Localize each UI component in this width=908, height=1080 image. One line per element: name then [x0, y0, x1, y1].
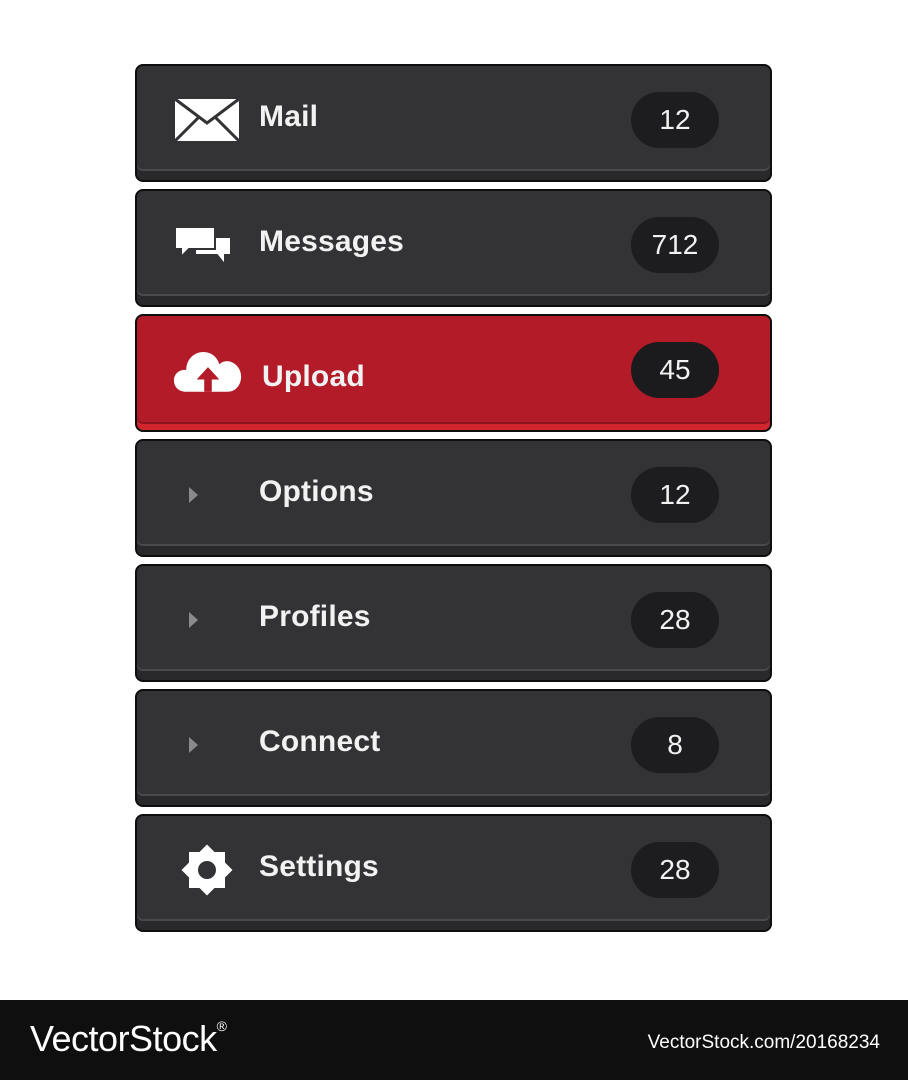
caret-right-icon — [173, 717, 243, 773]
menu-item-label: Upload — [262, 360, 365, 393]
count-badge: 12 — [631, 467, 719, 523]
menu-item-label: Options — [259, 475, 374, 508]
caret-right-icon — [173, 592, 243, 648]
cloud-upload-icon — [173, 342, 243, 398]
menu-item-connect[interactable]: Connect 8 — [135, 689, 772, 807]
chat-bubbles-icon — [173, 217, 243, 273]
menu-item-settings[interactable]: Settings 28 — [135, 814, 772, 932]
count-badge: 8 — [631, 717, 719, 773]
watermark-url: VectorStock.com/20168234 — [647, 1032, 880, 1053]
menu-item-label: Messages — [259, 225, 405, 258]
menu-item-label: Settings — [259, 850, 379, 883]
caret-right-icon — [173, 467, 243, 523]
menu-item-options[interactable]: Options 12 — [135, 439, 772, 557]
menu-item-mail[interactable]: Mail 12 — [135, 64, 772, 182]
count-badge: 28 — [631, 592, 719, 648]
gear-icon — [173, 842, 243, 898]
menu-item-profiles[interactable]: Profiles 28 — [135, 564, 772, 682]
watermark-logo-text: VectorStock — [30, 1018, 217, 1059]
watermark-logo: VectorStock® — [30, 1018, 227, 1060]
watermark-bar: VectorStock® VectorStock.com/20168234 — [0, 1000, 908, 1080]
menu-item-label: Profiles — [259, 600, 371, 633]
count-badge: 28 — [631, 842, 719, 898]
count-badge: 712 — [631, 217, 719, 273]
count-badge: 45 — [631, 342, 719, 398]
menu-item-upload[interactable]: Upload 45 — [135, 314, 772, 432]
menu-item-label: Mail — [259, 100, 319, 133]
mail-icon — [173, 92, 243, 148]
side-menu: Mail 12 Messages 712 Upload 45 Options 1… — [135, 64, 772, 939]
registered-mark: ® — [216, 1018, 227, 1034]
menu-item-label: Connect — [259, 725, 381, 758]
count-badge: 12 — [631, 92, 719, 148]
menu-item-messages[interactable]: Messages 712 — [135, 189, 772, 307]
